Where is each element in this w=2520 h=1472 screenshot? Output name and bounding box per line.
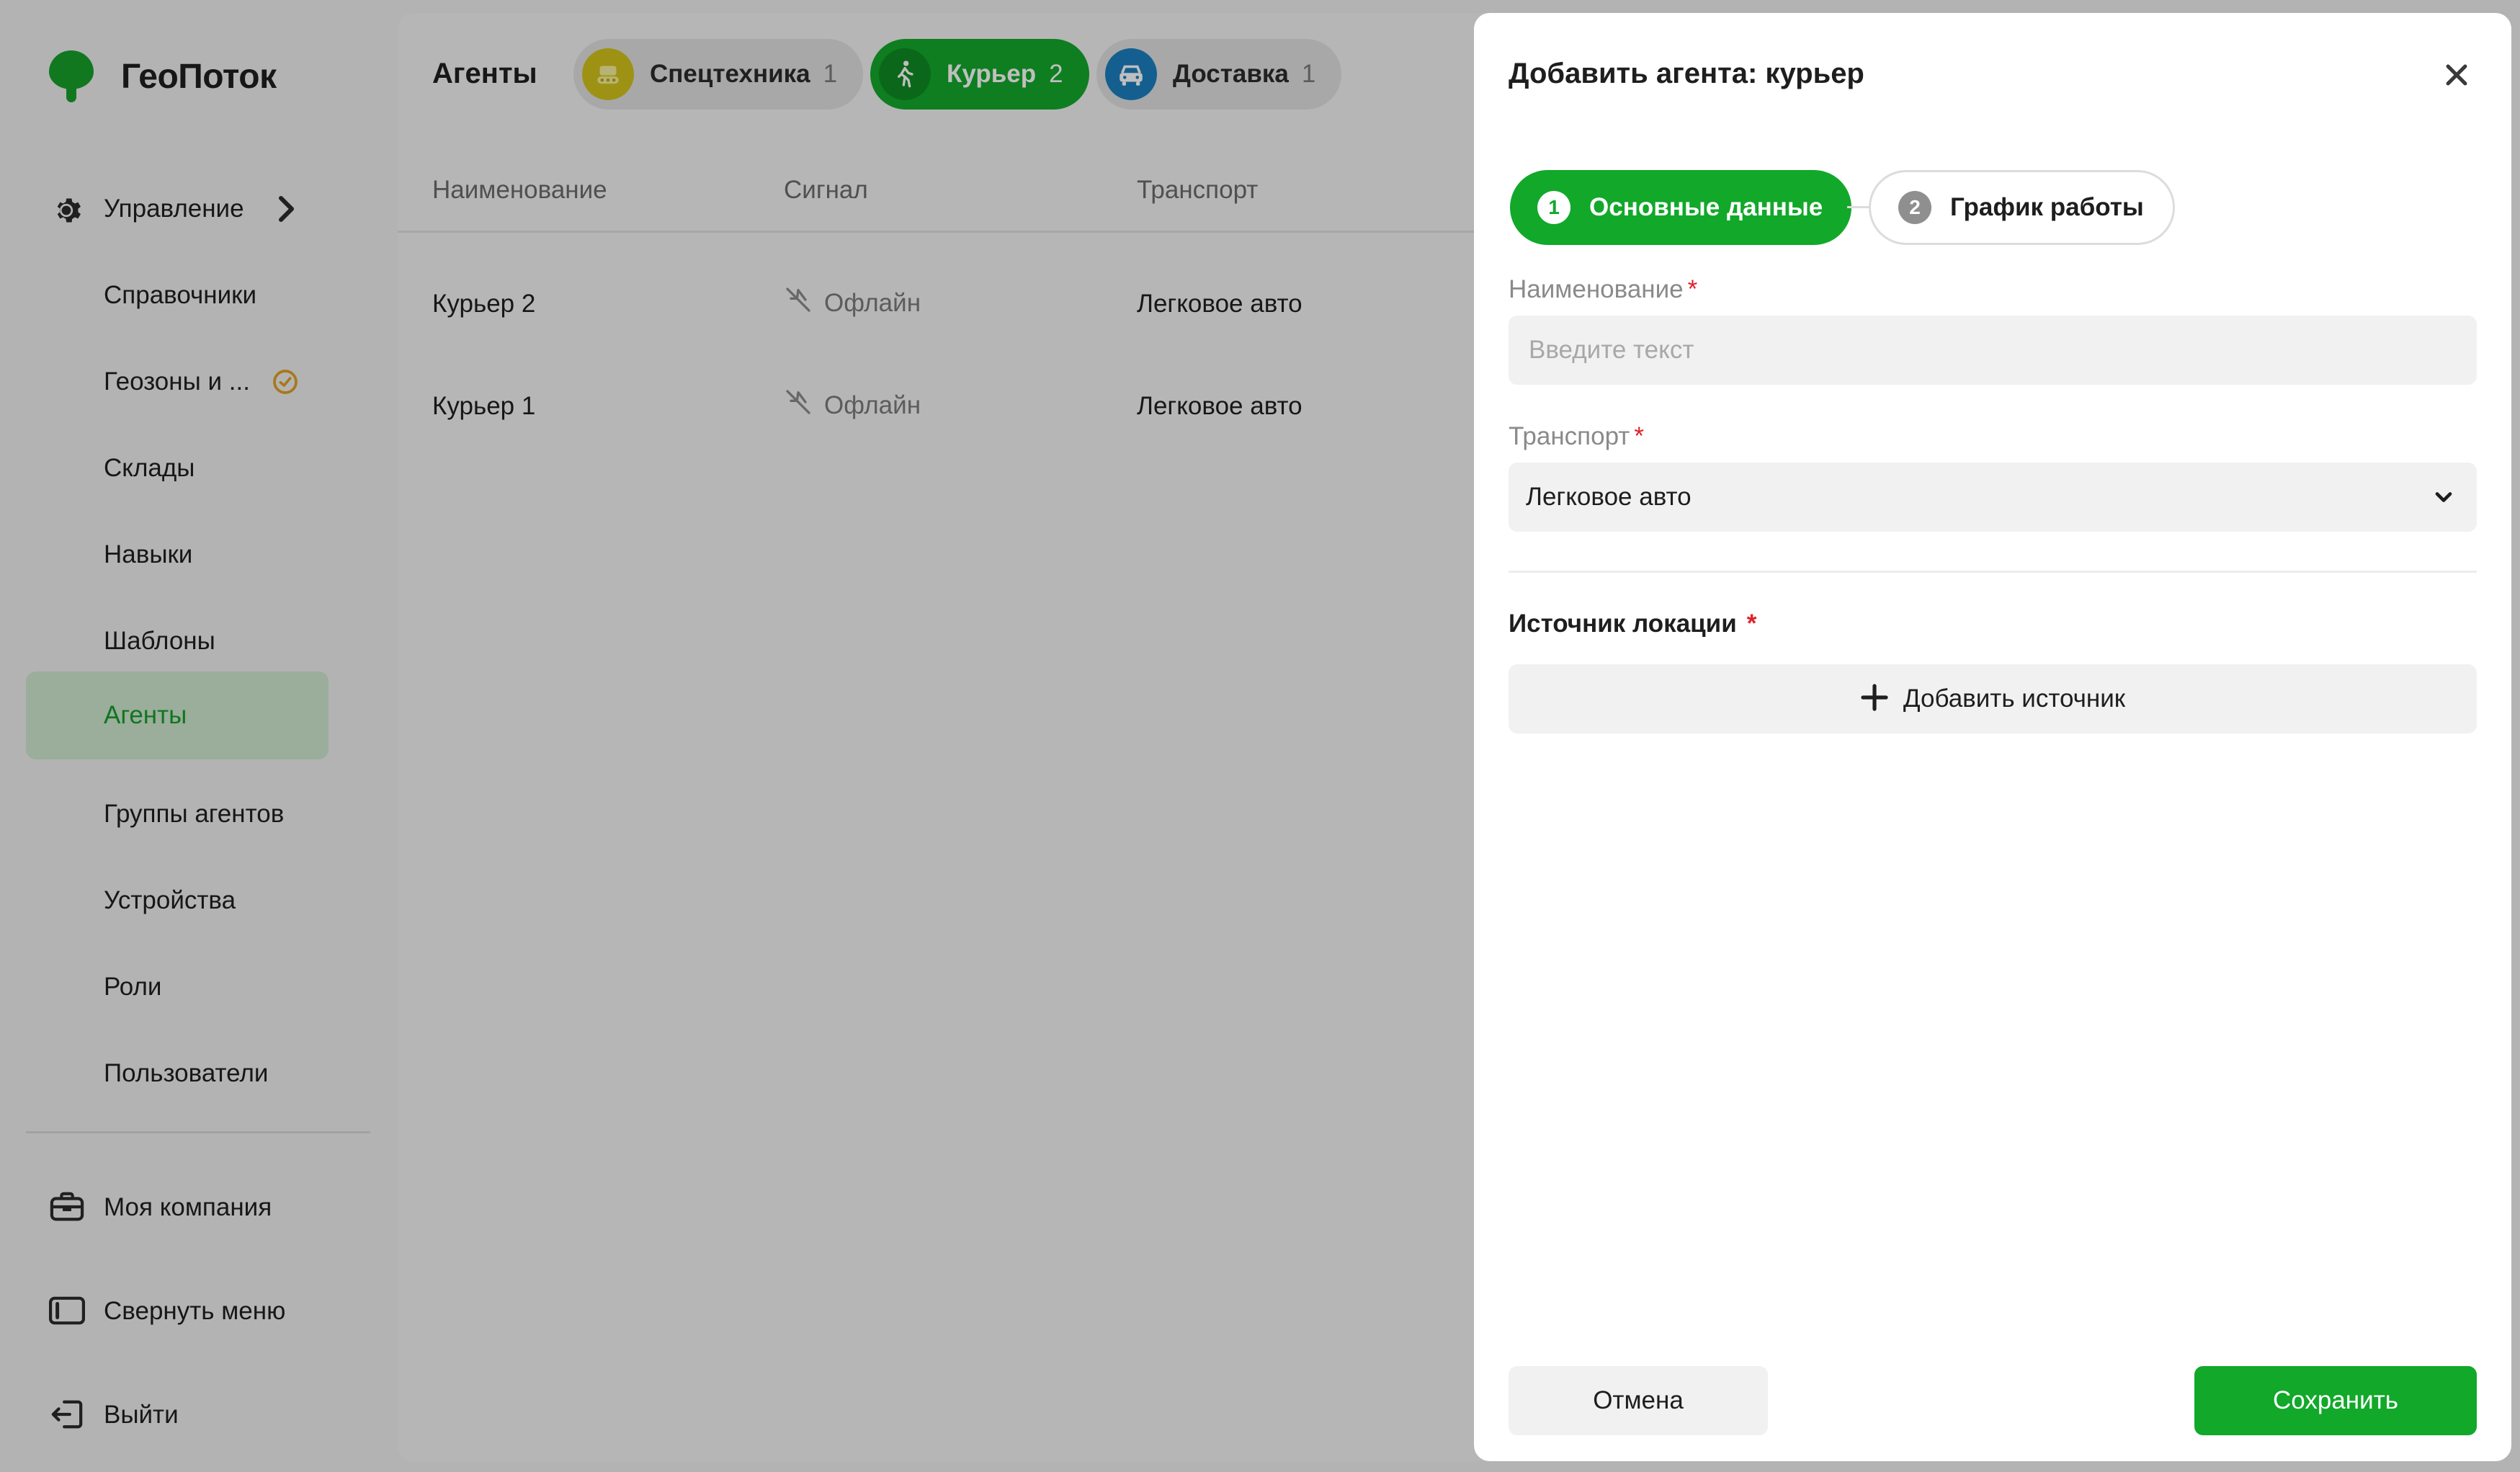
table-row-signal: Офлайн (784, 285, 921, 321)
sidebar-item-devices[interactable]: Устройства (9, 862, 380, 940)
signal-off-icon (784, 285, 824, 321)
sidebar-item-roles[interactable]: Роли (9, 948, 380, 1026)
chip-label: Доставка (1173, 60, 1289, 88)
sidebar-footer-label: Свернуть меню (104, 1297, 286, 1325)
step-basic-data[interactable]: 1 Основные данные (1510, 170, 1852, 245)
sidebar: ГеоПоток Управление Справочники Геозоны … (9, 13, 380, 1461)
sidebar-item-label: Справочники (104, 281, 257, 309)
cancel-button[interactable]: Отмена (1509, 1366, 1768, 1435)
sidebar-item-label: Склады (104, 454, 195, 482)
chip-count: 1 (1301, 60, 1316, 88)
sidebar-item-label: Шаблоны (104, 627, 215, 655)
sidebar-item-skills[interactable]: Навыки (9, 516, 380, 594)
column-header-transport[interactable]: Транспорт (1137, 176, 1258, 205)
save-button[interactable]: Сохранить (2194, 1366, 2477, 1435)
close-button[interactable] (2439, 59, 2474, 94)
sidebar-section-management[interactable]: Управление (9, 170, 380, 248)
clock-check-icon (271, 367, 300, 396)
signal-status: Офлайн (824, 288, 921, 317)
name-field-label: Наименование * (1509, 275, 1698, 303)
close-icon (2444, 63, 2469, 91)
table-row-signal: Офлайн (784, 388, 921, 423)
step-work-schedule[interactable]: 2 График работы (1869, 170, 2175, 245)
step-label: График работы (1950, 193, 2144, 221)
plus-icon (1860, 683, 1889, 715)
sidebar-item-agents[interactable]: Агенты (26, 672, 329, 759)
sidebar-footer-label: Выйти (104, 1401, 179, 1429)
sidebar-item-directories[interactable]: Справочники (9, 257, 380, 334)
chip-label: Курьер (947, 60, 1037, 88)
sidebar-collapse-icon (48, 1295, 86, 1326)
sidebar-item-label: Устройства (104, 886, 236, 914)
transport-select[interactable]: Легковое авто (1509, 463, 2477, 532)
transport-select-value: Легковое авто (1526, 483, 1692, 511)
name-input[interactable] (1509, 316, 2477, 385)
sidebar-item-label: Роли (104, 973, 162, 1001)
excavator-icon (582, 48, 634, 100)
chip-label: Спецтехника (650, 60, 810, 88)
step-connector (1847, 206, 1869, 208)
logo-tree-icon (46, 48, 97, 105)
page-title: Агенты (432, 58, 537, 89)
gear-icon (50, 195, 82, 226)
sidebar-item-label: Пользователи (104, 1059, 269, 1087)
table-row-name[interactable]: Курьер 2 (432, 290, 535, 318)
column-header-signal[interactable]: Сигнал (784, 176, 868, 205)
sidebar-logout[interactable]: Выйти (9, 1376, 380, 1454)
column-header-name[interactable]: Наименование (432, 176, 607, 205)
sidebar-item-label: Навыки (104, 540, 193, 568)
table-row-transport: Легковое авто (1137, 290, 1303, 318)
required-mark: * (1634, 422, 1644, 450)
location-source-title: Источник локации * (1509, 610, 1757, 638)
chevron-down-icon (2431, 484, 2457, 514)
transport-field-label: Транспорт * (1509, 422, 1644, 450)
signal-status: Офлайн (824, 391, 921, 419)
signal-off-icon (784, 388, 824, 423)
sidebar-item-label: Агенты (104, 701, 187, 729)
main-content: Агенты Спецтехника 1 Курьер 2 Доставка 1… (398, 13, 1485, 1461)
app-name: ГеоПоток (121, 57, 277, 96)
sidebar-divider (26, 1131, 370, 1133)
form-divider (1509, 571, 2477, 573)
sidebar-section-label: Управление (104, 195, 244, 223)
chip-count: 2 (1049, 60, 1063, 88)
sidebar-item-agent-groups[interactable]: Группы агентов (9, 775, 380, 853)
sidebar-item-templates[interactable]: Шаблоны (9, 602, 380, 680)
chevron-right-icon (277, 196, 298, 222)
table-header-divider (398, 231, 1485, 233)
briefcase-icon (49, 1190, 85, 1223)
app-logo[interactable]: ГеоПоток (46, 48, 277, 105)
sidebar-my-company[interactable]: Моя компания (9, 1169, 380, 1246)
sidebar-item-label: Группы агентов (104, 800, 285, 828)
sidebar-item-users[interactable]: Пользователи (9, 1035, 380, 1112)
walking-person-icon (879, 48, 931, 100)
required-mark: * (1687, 275, 1698, 303)
chip-delivery[interactable]: Доставка 1 (1096, 39, 1342, 110)
drawer-title: Добавить агента: курьер (1509, 58, 1864, 89)
add-source-button[interactable]: Добавить источник (1509, 664, 2477, 733)
sidebar-item-warehouses[interactable]: Склады (9, 429, 380, 507)
chip-courier[interactable]: Курьер 2 (870, 39, 1089, 110)
add-agent-drawer: Добавить агента: курьер 1 Основные данны… (1474, 13, 2511, 1461)
required-mark: * (1746, 610, 1757, 638)
chip-count: 1 (823, 60, 838, 88)
sidebar-item-geozones[interactable]: Геозоны и ... (9, 343, 380, 421)
car-icon (1105, 48, 1157, 100)
step-number: 2 (1898, 191, 1931, 224)
table-row-transport: Легковое авто (1137, 392, 1303, 420)
chip-special-equipment[interactable]: Спецтехника 1 (573, 39, 864, 110)
step-number: 1 (1537, 191, 1570, 224)
sidebar-footer-label: Моя компания (104, 1193, 272, 1221)
add-source-label: Добавить источник (1903, 684, 2126, 713)
logout-icon (49, 1398, 85, 1431)
step-label: Основные данные (1589, 193, 1823, 221)
sidebar-item-label: Геозоны и ... (104, 367, 250, 396)
table-row-name[interactable]: Курьер 1 (432, 392, 535, 421)
sidebar-collapse-menu[interactable]: Свернуть меню (9, 1272, 380, 1350)
